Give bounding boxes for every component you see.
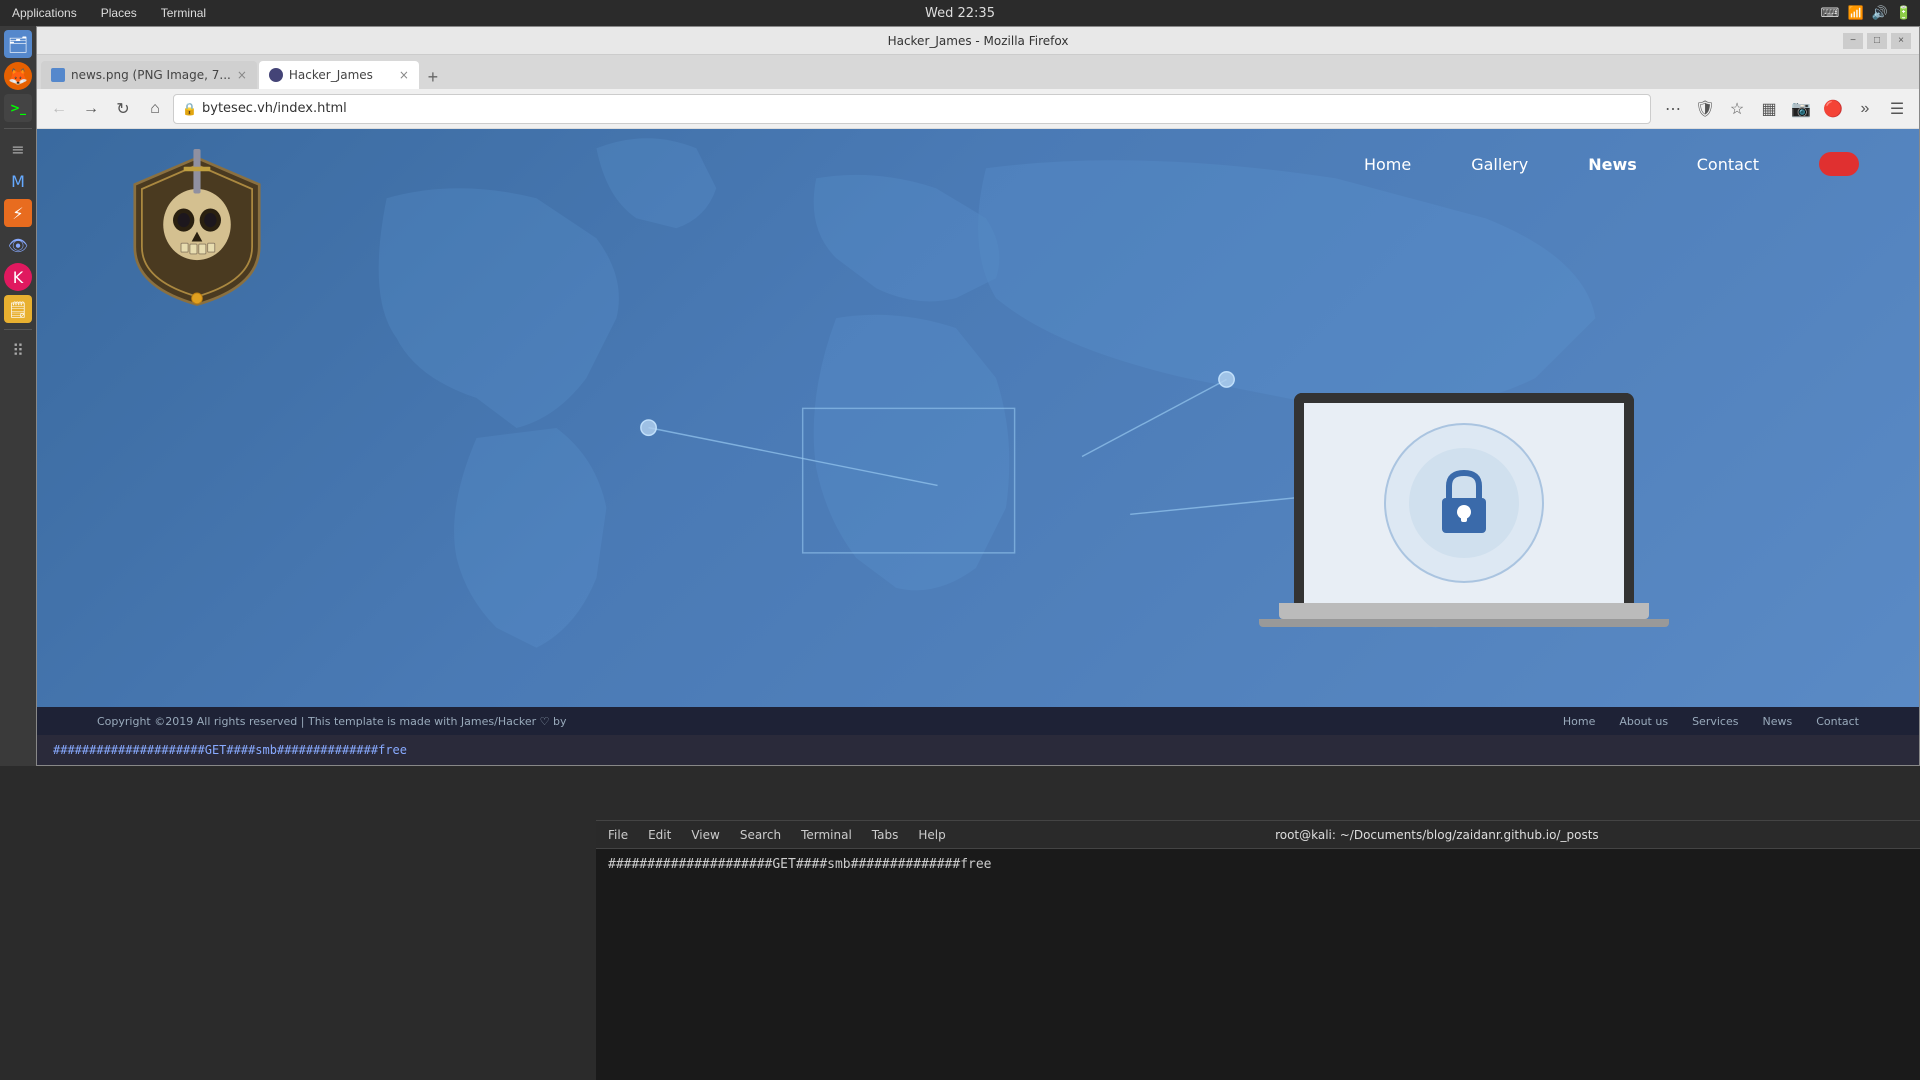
laptop-screen [1294,393,1634,603]
volume-icon: 🔊 [1872,6,1888,21]
shield-logo-svg [117,149,277,309]
footer-link-contact[interactable]: Contact [1816,715,1859,728]
nav-gallery[interactable]: Gallery [1471,155,1528,174]
home-button[interactable]: ⌂ [141,95,169,123]
status-text: #####################GET####smb#########… [53,743,407,757]
taskbar-firefox-icon[interactable]: 🦊 [4,62,32,90]
tab-png[interactable]: news.png (PNG Image, 7... × [41,61,257,89]
url-text: bytesec.vh/index.html [202,101,347,116]
tab-hacker-close[interactable]: × [399,68,409,82]
reload-button[interactable]: ↻ [109,95,137,123]
extensions-button[interactable]: 🔴 [1819,95,1847,123]
footer-links: Home About us Services News Contact [1563,715,1859,728]
taskbar-apps-icon[interactable]: ⠿ [4,336,32,364]
taskbar-notes-icon[interactable]: 🗒 [4,295,32,323]
footer-copyright: Copyright ©2019 All rights reserved | Th… [97,715,567,728]
sidebar-toggle[interactable]: ▦ [1755,95,1783,123]
tab-hacker-icon [269,68,283,82]
terminal-help-menu[interactable]: Help [918,828,945,842]
nav-news[interactable]: News [1588,155,1637,174]
terminal-edit-menu[interactable]: Edit [648,828,671,842]
tab-png-icon [51,68,65,82]
keyboard-icon: ⌨ [1821,6,1840,21]
minimize-button[interactable]: − [1843,33,1863,49]
taskbar-mail-icon[interactable]: M [4,167,32,195]
terminal-title-bar: File Edit View Search Terminal Tabs Help… [596,821,1920,849]
tab-png-label: news.png (PNG Image, 7... [71,68,231,82]
page-nav-items: Home Gallery News Contact [1364,152,1859,176]
screenshot-button[interactable]: 📷 [1787,95,1815,123]
nav-red-button[interactable] [1819,152,1859,176]
footer-link-about[interactable]: About us [1619,715,1668,728]
website-footer: Copyright ©2019 All rights reserved | Th… [37,707,1919,735]
terminal-view-menu[interactable]: View [691,828,719,842]
terminal-output: #####################GET####smb#########… [608,857,992,872]
site-logo [117,149,277,309]
overflow-button[interactable]: » [1851,95,1879,123]
url-bar[interactable]: 🔒 bytesec.vh/index.html [173,94,1651,124]
hamburger-button[interactable]: ☰ [1883,95,1911,123]
terminal-panel: File Edit View Search Terminal Tabs Help… [596,820,1920,1080]
terminal-menu[interactable]: Terminal [157,6,210,20]
laptop-illustration [1294,393,1669,627]
new-tab-button[interactable]: + [421,65,445,89]
footer-link-news[interactable]: News [1762,715,1792,728]
tab-hacker[interactable]: Hacker_James × [259,61,419,89]
forward-button[interactable]: → [77,95,105,123]
window-controls: − □ × [1843,33,1911,49]
applications-menu[interactable]: Applications [8,6,81,20]
title-bar: Hacker_James - Mozilla Firefox − □ × [37,27,1919,55]
browser-window: Hacker_James - Mozilla Firefox − □ × new… [36,26,1920,766]
back-button[interactable]: ← [45,95,73,123]
web-content: Home Gallery News Contact [37,129,1919,707]
browser-status-bar: #####################GET####smb#########… [37,735,1919,765]
laptop-stand [1259,619,1669,627]
lock-circle-outer [1384,423,1544,583]
places-menu[interactable]: Places [97,6,141,20]
tab-png-close[interactable]: × [237,68,247,82]
tab-bar: news.png (PNG Image, 7... × Hacker_James… [37,55,1919,89]
taskbar-kali-icon[interactable]: K [4,263,32,291]
taskbar-terminal-icon[interactable]: >_ [4,94,32,122]
maximize-button[interactable]: □ [1867,33,1887,49]
terminal-tabs-menu[interactable]: Tabs [872,828,899,842]
shield-button[interactable]: 🛡 [1691,95,1719,123]
nav-right-controls: ⋯ 🛡 ☆ ▦ 📷 🔴 » ☰ [1659,95,1911,123]
url-lock-icon: 🔒 [182,102,197,116]
tab-hacker-label: Hacker_James [289,68,373,82]
taskbar-files-icon[interactable]: 🗂 [4,30,32,58]
taskbar-eye-icon[interactable]: 👁 [4,231,32,259]
terminal-terminal-menu[interactable]: Terminal [801,828,852,842]
padlock-icon [1434,468,1494,538]
taskbar-burp-icon[interactable]: ⚡ [4,199,32,227]
more-options-button[interactable]: ⋯ [1659,95,1687,123]
footer-link-home[interactable]: Home [1563,715,1595,728]
taskbar-separator [4,128,33,129]
browser-title: Hacker_James - Mozilla Firefox [888,34,1069,48]
page-nav: Home Gallery News Contact [37,129,1919,199]
footer-link-services[interactable]: Services [1692,715,1738,728]
lock-circle-inner [1409,448,1519,558]
terminal-content[interactable]: #####################GET####smb#########… [596,849,1920,1080]
nav-bar: ← → ↻ ⌂ 🔒 bytesec.vh/index.html ⋯ 🛡 ☆ ▦ … [37,89,1919,129]
system-bar: Applications Places Terminal Wed 22:35 ⌨… [0,0,1920,26]
terminal-file-menu[interactable]: File [608,828,628,842]
system-clock: Wed 22:35 [925,6,995,21]
nav-contact[interactable]: Contact [1697,155,1759,174]
network-icon: 📶 [1847,6,1863,21]
system-bar-left: Applications Places Terminal [8,6,210,20]
terminal-search-menu[interactable]: Search [740,828,781,842]
taskbar-menu-icon[interactable]: ≡ [4,135,32,163]
bookmark-button[interactable]: ☆ [1723,95,1751,123]
system-tray: ⌨ 📶 🔊 🔋 [1821,6,1912,21]
close-button[interactable]: × [1891,33,1911,49]
nav-home[interactable]: Home [1364,155,1411,174]
laptop-base [1279,603,1649,619]
taskbar-separator-2 [4,329,33,330]
battery-icon: 🔋 [1896,6,1912,21]
terminal-title: root@kali: ~/Documents/blog/zaidanr.gith… [966,828,1908,842]
taskbar-sidebar: 🗂 🦊 >_ ≡ M ⚡ 👁 K 🗒 ⠿ [0,26,36,766]
